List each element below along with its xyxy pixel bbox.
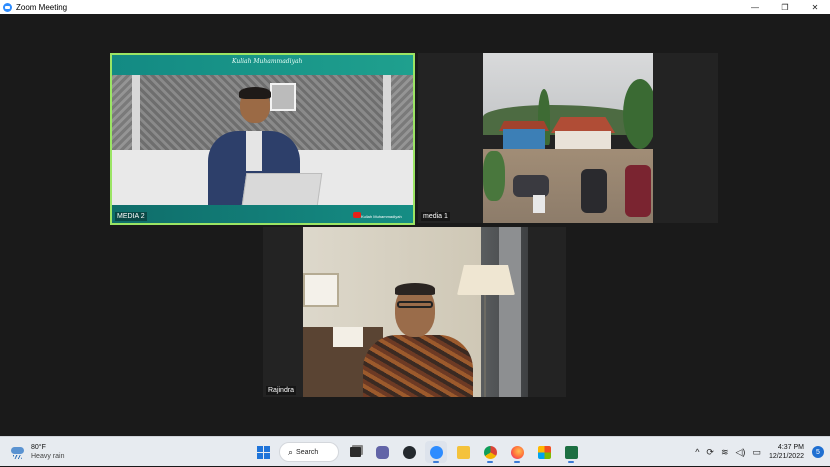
video-feed [112, 75, 413, 206]
video-feed [303, 227, 528, 397]
banner-channel-text: Kuliah Muhammadiyah [361, 214, 402, 219]
taskbar-apps: ⌕ Search [252, 441, 582, 463]
restore-button[interactable]: ❐ [770, 0, 800, 14]
minimize-button[interactable]: — [740, 0, 770, 14]
firefox-icon [510, 445, 524, 459]
battery-icon[interactable]: ▭ [752, 447, 761, 458]
task-view-button[interactable] [344, 441, 366, 463]
zoom-icon [429, 445, 443, 459]
weather-temperature: 80°F [31, 444, 46, 451]
video-tile-media-2[interactable]: Kuliah Muhammadiyah Kuliah Muhammadiyah … [110, 53, 415, 225]
window-title: Zoom Meeting [16, 2, 68, 12]
task-view-icon [349, 447, 361, 457]
store-button[interactable] [533, 441, 555, 463]
stream-banner-top: Kuliah Muhammadiyah [112, 55, 413, 75]
teams-button[interactable] [371, 441, 393, 463]
chrome-icon [483, 445, 497, 459]
video-tile-media-1[interactable]: media 1 [418, 53, 718, 223]
sync-icon[interactable]: ⟳ [706, 447, 714, 458]
rain-icon [10, 444, 26, 460]
zoom-app-icon [3, 2, 12, 12]
youtube-icon [353, 212, 361, 218]
folder-icon [456, 445, 470, 459]
video-tile-rajindra[interactable]: Rajindra [263, 227, 566, 397]
participant-name: MEDIA 2 [115, 212, 147, 221]
clock[interactable]: 4:37 PM 12/21/2022 [769, 443, 804, 461]
weather-condition: Heavy rain [31, 453, 65, 460]
banner-script-text: Kuliah Muhammadiyah [232, 58, 303, 65]
windows-icon [256, 445, 270, 459]
excel-button[interactable] [560, 441, 582, 463]
taskbar: 80°F Heavy rain ⌕ Search ^ ⟳ ≋ ◁) ▭ 4:37… [0, 436, 830, 466]
participant-name: Rajindra [266, 386, 297, 395]
taskbar-search[interactable]: ⌕ Search [279, 442, 339, 462]
start-button[interactable] [252, 441, 274, 463]
clock-time: 4:37 PM [777, 444, 804, 451]
file-explorer-button[interactable] [452, 441, 474, 463]
notification-badge[interactable]: 5 [812, 446, 824, 458]
wifi-icon[interactable]: ≋ [721, 447, 729, 458]
zoom-window: Zoom Meeting — ❐ ✕ Kuliah Muhammadiyah K… [0, 0, 830, 436]
system-tray: ^ ⟳ ≋ ◁) ▭ 4:37 PM 12/21/2022 5 [695, 437, 830, 467]
title-bar: Zoom Meeting — ❐ ✕ [0, 0, 830, 14]
store-icon [537, 445, 551, 459]
weather-widget[interactable]: 80°F Heavy rain [10, 443, 64, 461]
chevron-up-icon[interactable]: ^ [695, 447, 699, 457]
stream-banner-bottom: Kuliah Muhammadiyah [112, 205, 413, 223]
chrome-button[interactable] [479, 441, 501, 463]
close-button[interactable]: ✕ [800, 0, 830, 14]
window-controls: — ❐ ✕ [740, 0, 830, 14]
teams-icon [375, 445, 389, 459]
participant-name: media 1 [421, 212, 450, 221]
volume-icon[interactable]: ◁) [736, 447, 746, 458]
clock-date: 12/21/2022 [768, 453, 804, 460]
search-label: Search [296, 448, 319, 456]
github-icon [402, 445, 416, 459]
excel-icon [564, 445, 578, 459]
github-button[interactable] [398, 441, 420, 463]
search-icon: ⌕ [288, 446, 294, 457]
video-feed [483, 53, 653, 223]
zoom-taskbar-button[interactable] [425, 441, 447, 463]
firefox-button[interactable] [506, 441, 528, 463]
